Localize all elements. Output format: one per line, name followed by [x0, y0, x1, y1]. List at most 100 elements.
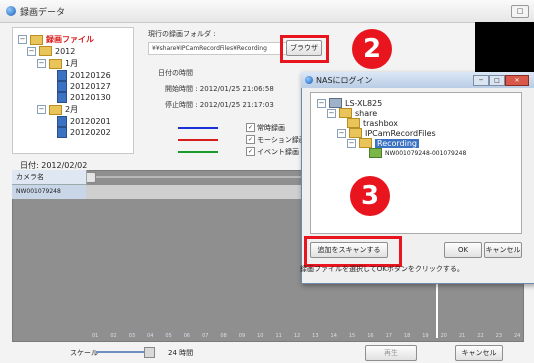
- tree-year-label: 2012: [55, 46, 76, 56]
- hour-tick-label: 20: [440, 333, 447, 339]
- hour-tick-label: 12: [293, 333, 301, 339]
- tree-month-label: 2月: [65, 105, 79, 114]
- legend-label-continuous: 常時録画: [257, 124, 285, 132]
- tree-month-label: 1月: [65, 59, 79, 68]
- camera-column-header[interactable]: カメラ名: [12, 170, 87, 185]
- collapse-icon[interactable]: −: [18, 35, 27, 44]
- window-title: 録画データ: [20, 8, 66, 18]
- collapse-icon[interactable]: −: [37, 59, 46, 68]
- collapse-icon[interactable]: −: [27, 46, 36, 56]
- dialog-minimize-button[interactable]: ─: [473, 75, 489, 86]
- nas-node-label: NW001079248-001079248: [385, 149, 467, 157]
- tree-root[interactable]: − 録画ファイル: [18, 34, 94, 45]
- legend-line-event: [178, 151, 218, 153]
- hour-tick-label: 05: [165, 333, 172, 339]
- hour-tick-label: 13: [312, 333, 319, 339]
- nas-node[interactable]: − LS-XL825: [317, 98, 382, 108]
- calendar-icon: [57, 92, 67, 103]
- hour-tick-label: 19: [422, 333, 429, 339]
- nas-node-label: Recording: [375, 138, 420, 148]
- tree-day[interactable]: 20120201: [57, 116, 111, 127]
- motion-checkbox[interactable]: ✓: [246, 135, 255, 144]
- nas-node-label: share: [355, 108, 378, 118]
- tree-day-label: 20120126: [70, 71, 111, 80]
- tree-day-label: 20120127: [70, 82, 111, 91]
- cancel-button[interactable]: キャンセル: [455, 345, 503, 361]
- hour-tick-label: 24: [514, 333, 521, 339]
- status-text: 録画ファイルを選択してOKボタンをクリックする。: [300, 265, 464, 273]
- folder-icon: [349, 128, 362, 138]
- hour-tick-label: 18: [403, 333, 411, 339]
- nas-node[interactable]: NW001079248-001079248: [369, 148, 466, 158]
- dialog-cancel-button[interactable]: キャンセル: [484, 242, 522, 258]
- scale-slider-thumb[interactable]: [144, 347, 155, 358]
- recording-tree: − 録画ファイル −2012 −1月 20120126 20120127 2012…: [12, 27, 134, 154]
- start-time: 開始時間 : 2012/01/25 21:06:58: [165, 85, 274, 93]
- collapse-icon[interactable]: −: [337, 128, 346, 138]
- end-time: 停止時間 : 2012/01/25 21:17:03: [165, 101, 274, 109]
- tree-day-label: 20120201: [70, 117, 111, 126]
- folder-label: 現行の録画フォルダ :: [148, 30, 216, 38]
- folder-icon: [39, 46, 52, 56]
- tree-month[interactable]: − 2月: [37, 104, 78, 115]
- time-axis: 01 02 03 04 05 06 07 08 09 10 11 12 13 14 15 16 17 18 19 20…: [86, 333, 522, 341]
- tree-day[interactable]: 20120127: [57, 81, 111, 92]
- collapse-icon[interactable]: −: [37, 105, 46, 114]
- nas-node[interactable]: − IPCamRecordFiles: [337, 128, 436, 138]
- dialog-close-button[interactable]: ✕: [505, 75, 529, 86]
- folder-icon: [359, 138, 372, 148]
- nas-node-label: trashbox: [363, 118, 399, 128]
- window-close-button[interactable]: □: [511, 5, 529, 18]
- folder-icon: [339, 108, 352, 118]
- hour-tick-label: 10: [257, 333, 264, 339]
- collapse-icon[interactable]: −: [317, 98, 326, 108]
- title-bar: [0, 0, 534, 23]
- hour-tick-label: 16: [367, 333, 374, 339]
- continuous-checkbox[interactable]: ✓: [246, 123, 255, 132]
- nas-folder-tree: − LS-XL825 − share trashbox − IPCamRecordFi…: [310, 92, 522, 234]
- hour-tick-label: 01: [92, 333, 99, 339]
- collapse-icon[interactable]: −: [327, 108, 336, 118]
- tree-day[interactable]: 20120130: [57, 92, 111, 103]
- ok-button[interactable]: OK: [444, 242, 482, 258]
- dialog-app-icon: [305, 76, 313, 84]
- dialog-title: NASにログイン: [316, 76, 373, 85]
- nas-node-label: LS-XL825: [345, 98, 383, 108]
- scale-slider-track[interactable]: [96, 351, 146, 353]
- nas-node[interactable]: − share: [327, 108, 377, 118]
- legend-line-motion: [178, 139, 218, 141]
- tree-month[interactable]: − 1月: [37, 58, 78, 69]
- calendar-icon: [57, 116, 67, 127]
- hour-tick-label: 03: [128, 333, 136, 339]
- nas-node-label: IPCamRecordFiles: [365, 128, 436, 138]
- folder-path-field[interactable]: ¥¥share¥IPCamRecordFiles¥Recording: [148, 42, 287, 55]
- folder-icon: [30, 34, 43, 45]
- event-checkbox[interactable]: ✓: [246, 147, 255, 156]
- tree-day-label: 20120202: [70, 128, 111, 137]
- camera-row[interactable]: NW001079248: [12, 185, 86, 199]
- hour-tick-label: 06: [183, 333, 191, 339]
- step-3-badge: 3: [350, 176, 390, 216]
- folder-icon: [49, 104, 62, 115]
- nas-node-selected[interactable]: − Recording: [347, 138, 420, 148]
- camera-folder-icon: [369, 148, 382, 158]
- hour-tick-label: 17: [385, 333, 392, 339]
- collapse-icon[interactable]: −: [347, 138, 356, 148]
- calendar-icon: [57, 81, 67, 92]
- tree-year[interactable]: − 2012: [27, 46, 75, 56]
- scan-highlight: [304, 236, 402, 267]
- tree-day[interactable]: 20120126: [57, 70, 111, 81]
- hour-tick-label: 08: [220, 333, 227, 339]
- dialog-maximize-button[interactable]: □: [489, 75, 505, 86]
- legend-line-continuous: [178, 127, 218, 129]
- hour-tick-label: 21: [458, 333, 466, 339]
- nas-device-icon: [329, 98, 342, 108]
- tree-day[interactable]: 20120202: [57, 127, 111, 138]
- tree-day-label: 20120130: [70, 93, 111, 102]
- hour-tick-label: 22: [477, 333, 484, 339]
- play-button[interactable]: 再生: [365, 345, 417, 361]
- folder-icon: [347, 118, 360, 128]
- hour-tick-label: 04: [147, 333, 154, 339]
- hour-tick-label: 15: [348, 333, 356, 339]
- nas-node[interactable]: trashbox: [347, 118, 398, 128]
